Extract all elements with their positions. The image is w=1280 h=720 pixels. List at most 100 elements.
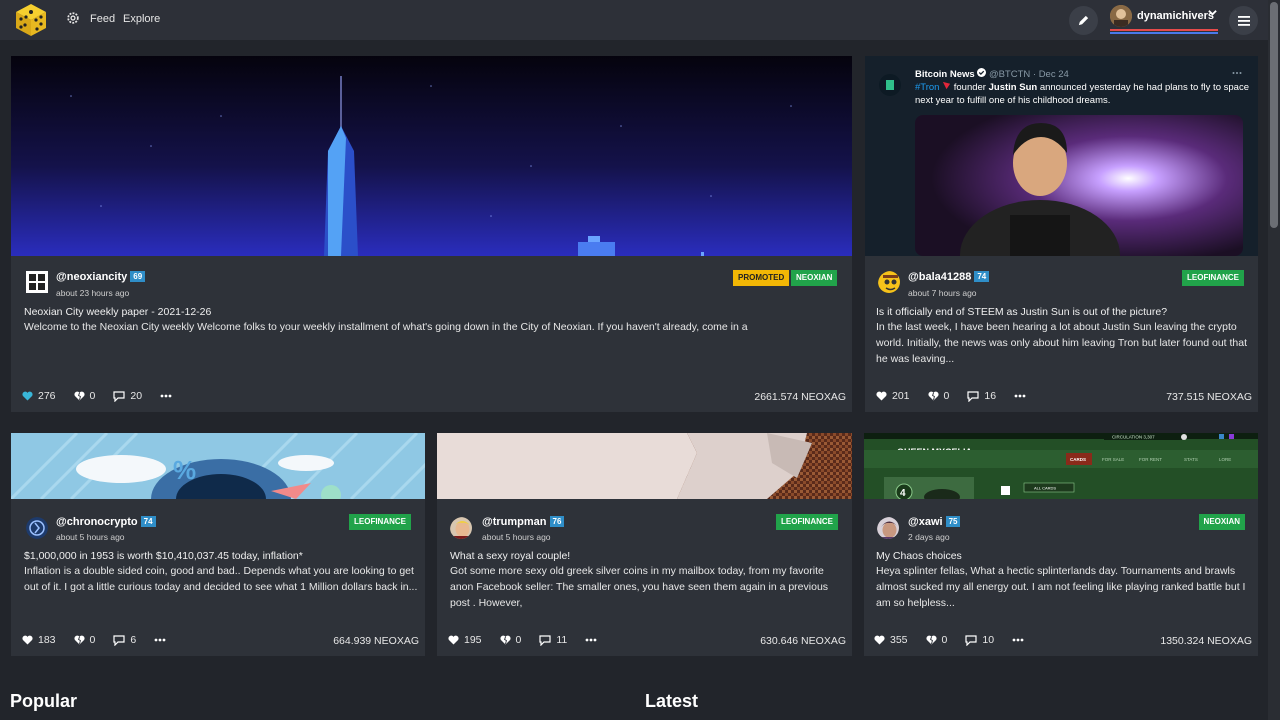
tweet-text-part-1: founder (953, 82, 986, 93)
comments-button[interactable]: 20 (113, 390, 142, 402)
post-stats: 276 0 20 (22, 390, 195, 402)
author-name[interactable]: @xawi 75 (908, 516, 961, 528)
author-link[interactable]: @neoxiancity (56, 271, 127, 283)
tweet-more-icon (1232, 72, 1242, 74)
downvote-button[interactable]: 0 (927, 390, 949, 402)
upvote-button[interactable]: 195 (448, 634, 482, 646)
community-tag[interactable]: LEOFINANCE (776, 514, 838, 530)
author-avatar[interactable] (878, 271, 900, 293)
comment-count: 11 (556, 634, 568, 646)
ellipsis-icon (160, 394, 172, 398)
post-title[interactable]: What a sexy royal couple! (450, 550, 845, 562)
author-avatar[interactable] (26, 271, 48, 293)
reputation-badge: 69 (130, 271, 146, 282)
game-tab-cards: CARDS (1070, 457, 1086, 462)
author-avatar[interactable] (877, 517, 899, 539)
author-link[interactable]: @chronocrypto (56, 516, 138, 528)
post-excerpt[interactable]: In the last week, I have been hearing a … (876, 319, 1251, 367)
tweet-date: · Dec 24 (1032, 69, 1069, 80)
nav-feed-link[interactable]: Feed (90, 13, 115, 25)
reputation-badge: 75 (945, 516, 961, 527)
downvote-button[interactable]: 0 (499, 634, 521, 646)
post-card[interactable]: QUEEN MYCELIA LEGENDARY Earth Unit CIRCU… (864, 433, 1258, 656)
community-tag[interactable]: NEOXIAN (791, 270, 838, 286)
community-tag[interactable]: LEOFINANCE (1182, 270, 1244, 286)
post-payout: 737.515 NEOXAG (1166, 391, 1252, 403)
author-name[interactable]: @neoxiancity 69 (56, 271, 146, 283)
community-tag[interactable]: LEOFINANCE (349, 514, 411, 530)
heart-icon (22, 391, 33, 401)
downvote-button[interactable]: 0 (73, 390, 96, 402)
post-excerpt[interactable]: Welcome to the Neoxian City weekly Welco… (24, 319, 839, 335)
more-options-button[interactable] (1012, 638, 1029, 642)
author-avatar[interactable] (26, 517, 48, 539)
post-title[interactable]: Neoxian City weekly paper - 2021-12-26 (24, 306, 211, 318)
post-card[interactable]: @trumpman 76 about 5 hours ago LEOFINANCE… (437, 433, 852, 656)
post-excerpt[interactable]: Got some more sexy old greek silver coin… (450, 563, 845, 611)
more-options-button[interactable] (154, 638, 171, 642)
comment-icon (965, 634, 977, 646)
post-excerpt[interactable]: Inflation is a double sided coin, good a… (24, 563, 419, 595)
game-tab-for-rent: FOR RENT (1139, 457, 1162, 462)
tweet-text: #Tron founder Justin Sun announced yeste… (915, 81, 1250, 107)
post-title[interactable]: $1,000,000 in 1953 is worth $10,410,037.… (24, 550, 419, 562)
author-name[interactable]: @bala41288 74 (908, 271, 990, 283)
more-options-button[interactable] (160, 394, 177, 398)
author-link[interactable]: @trumpman (482, 516, 547, 528)
author-name[interactable]: @chronocrypto 74 (56, 516, 156, 528)
compose-button[interactable] (1069, 6, 1098, 35)
post-card[interactable]: % @chronocrypto 74 about 5 hours ago LEOF… (11, 433, 425, 656)
upvote-button[interactable]: 355 (874, 634, 908, 646)
comments-button[interactable]: 16 (967, 390, 996, 402)
reputation-badge: 74 (974, 271, 990, 282)
resource-bar-blue (1110, 32, 1218, 34)
post-title[interactable]: My Chaos choices (876, 550, 1251, 562)
post-title[interactable]: Is it officially end of STEEM as Justin … (876, 306, 1251, 318)
post-card[interactable]: Bitcoin News @BTCTN · Dec 24 #Tron found… (865, 56, 1258, 412)
community-tag[interactable]: NEOXIAN (1198, 514, 1245, 530)
post-excerpt[interactable]: Heya splinter fellas, What a hectic spli… (876, 563, 1251, 611)
upvote-button[interactable]: 201 (876, 390, 910, 402)
game-tab-for-sale: FOR SALE (1102, 457, 1124, 462)
comment-count: 16 (984, 390, 997, 402)
featured-post-card[interactable]: @neoxiancity 69 about 23 hours ago PROMOT… (11, 56, 852, 412)
dice-logo-icon[interactable] (13, 2, 49, 38)
tron-logo-icon (943, 81, 951, 90)
author-name[interactable]: @trumpman 76 (482, 516, 565, 528)
tweet-text-bold: Justin Sun (988, 82, 1038, 93)
top-navbar: Feed Explore dynamichivers (0, 0, 1280, 40)
broken-heart-icon (73, 635, 85, 645)
upvote-button[interactable]: 276 (22, 390, 56, 402)
promoted-tag[interactable]: PROMOTED (733, 270, 790, 286)
comments-button[interactable]: 11 (539, 634, 567, 646)
more-options-button[interactable] (585, 638, 602, 642)
latest-heading: Latest (645, 691, 699, 711)
menu-button[interactable] (1229, 6, 1258, 35)
comment-count: 20 (130, 390, 143, 402)
broken-heart-icon (499, 635, 511, 645)
upvote-count: 355 (890, 634, 908, 646)
upvote-count: 195 (464, 634, 482, 646)
downvote-count: 0 (89, 390, 96, 402)
broken-heart-icon (73, 391, 85, 401)
chevron-down-icon (1208, 10, 1217, 16)
downvote-button[interactable]: 0 (925, 634, 947, 646)
more-options-button[interactable] (1014, 394, 1031, 398)
post-time: about 23 hours ago (56, 288, 130, 298)
scrollbar-thumb[interactable] (1270, 2, 1278, 228)
user-menu[interactable]: dynamichivers (1110, 5, 1220, 35)
ellipsis-icon (1012, 638, 1024, 642)
tweet-photo (915, 115, 1243, 256)
author-avatar[interactable] (450, 517, 472, 539)
comments-button[interactable]: 10 (965, 634, 994, 646)
gear-icon[interactable] (66, 11, 80, 25)
downvote-button[interactable]: 0 (73, 634, 95, 646)
upvote-button[interactable]: 183 (22, 634, 56, 646)
nav-explore-link[interactable]: Explore (123, 13, 160, 25)
comments-button[interactable]: 6 (113, 634, 136, 646)
author-link[interactable]: @bala41288 (908, 271, 971, 283)
comment-icon (967, 390, 979, 402)
author-link[interactable]: @xawi (908, 516, 943, 528)
tweet-image: Bitcoin News @BTCTN · Dec 24 #Tron found… (865, 56, 1258, 256)
tweet-header: Bitcoin News @BTCTN · Dec 24 (915, 68, 1069, 80)
